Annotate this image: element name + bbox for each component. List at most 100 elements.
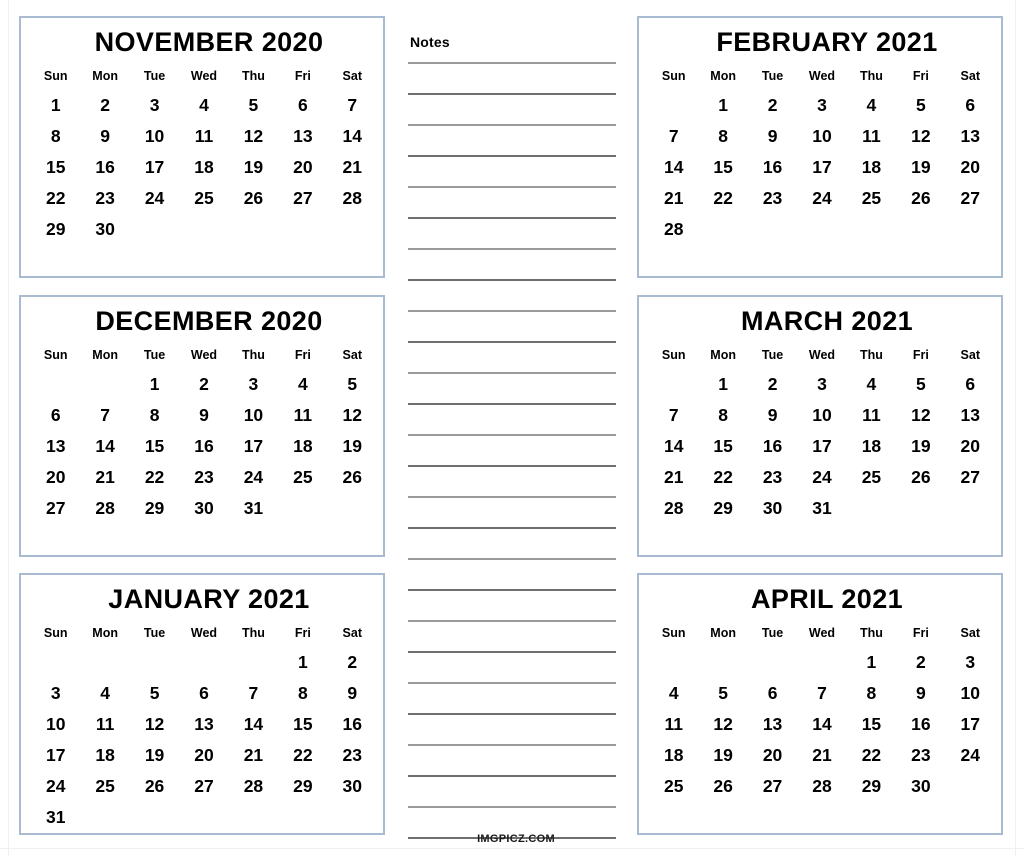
- day-cell[interactable]: 13: [946, 121, 995, 152]
- day-cell[interactable]: 23: [748, 183, 797, 214]
- day-cell[interactable]: 5: [130, 678, 179, 709]
- day-cell[interactable]: 17: [797, 431, 846, 462]
- day-cell[interactable]: 3: [797, 90, 846, 121]
- day-cell[interactable]: 15: [698, 152, 747, 183]
- day-cell[interactable]: 20: [946, 431, 995, 462]
- day-cell[interactable]: 10: [797, 400, 846, 431]
- day-cell[interactable]: 2: [328, 647, 377, 678]
- day-cell[interactable]: 14: [229, 709, 278, 740]
- day-cell[interactable]: 7: [797, 678, 846, 709]
- day-cell[interactable]: 10: [31, 709, 80, 740]
- day-cell[interactable]: 26: [328, 462, 377, 493]
- day-cell[interactable]: 25: [847, 183, 896, 214]
- day-cell[interactable]: 4: [179, 90, 228, 121]
- day-cell[interactable]: 21: [328, 152, 377, 183]
- day-cell[interactable]: 24: [130, 183, 179, 214]
- day-cell[interactable]: 17: [946, 709, 995, 740]
- day-cell[interactable]: 7: [649, 400, 698, 431]
- note-line[interactable]: [408, 744, 616, 746]
- day-cell[interactable]: 1: [278, 647, 327, 678]
- day-cell[interactable]: 20: [31, 462, 80, 493]
- day-cell[interactable]: 20: [748, 740, 797, 771]
- note-line[interactable]: [408, 217, 616, 219]
- day-cell[interactable]: 18: [278, 431, 327, 462]
- day-cell[interactable]: 5: [229, 90, 278, 121]
- day-cell[interactable]: 3: [797, 369, 846, 400]
- day-cell[interactable]: 31: [229, 493, 278, 524]
- note-line[interactable]: [408, 775, 616, 777]
- day-cell[interactable]: 24: [229, 462, 278, 493]
- day-cell[interactable]: 17: [797, 152, 846, 183]
- day-cell[interactable]: 24: [797, 183, 846, 214]
- day-cell[interactable]: 28: [80, 493, 129, 524]
- day-cell[interactable]: 22: [278, 740, 327, 771]
- day-cell[interactable]: 1: [31, 90, 80, 121]
- day-cell[interactable]: 2: [80, 90, 129, 121]
- day-cell[interactable]: 18: [649, 740, 698, 771]
- day-cell[interactable]: 6: [946, 369, 995, 400]
- day-cell[interactable]: 27: [179, 771, 228, 802]
- day-cell[interactable]: 4: [847, 369, 896, 400]
- day-cell[interactable]: 4: [80, 678, 129, 709]
- note-line[interactable]: [408, 341, 616, 343]
- day-cell[interactable]: 8: [698, 121, 747, 152]
- note-line[interactable]: [408, 186, 616, 188]
- day-cell[interactable]: 9: [328, 678, 377, 709]
- day-cell[interactable]: 16: [80, 152, 129, 183]
- note-line[interactable]: [408, 465, 616, 467]
- day-cell[interactable]: 15: [31, 152, 80, 183]
- note-line[interactable]: [408, 155, 616, 157]
- day-cell[interactable]: 19: [896, 431, 945, 462]
- day-cell[interactable]: 10: [797, 121, 846, 152]
- day-cell[interactable]: 17: [31, 740, 80, 771]
- day-cell[interactable]: 31: [797, 493, 846, 524]
- day-cell[interactable]: 30: [80, 214, 129, 245]
- day-cell[interactable]: 1: [130, 369, 179, 400]
- day-cell[interactable]: 28: [797, 771, 846, 802]
- day-cell[interactable]: 29: [698, 493, 747, 524]
- day-cell[interactable]: 20: [278, 152, 327, 183]
- day-cell[interactable]: 12: [130, 709, 179, 740]
- day-cell[interactable]: 7: [649, 121, 698, 152]
- day-cell[interactable]: 5: [328, 369, 377, 400]
- notes-writing-lines[interactable]: [408, 62, 616, 868]
- day-cell[interactable]: 22: [698, 462, 747, 493]
- day-cell[interactable]: 12: [698, 709, 747, 740]
- day-cell[interactable]: 9: [748, 121, 797, 152]
- note-line[interactable]: [408, 496, 616, 498]
- day-cell[interactable]: 10: [130, 121, 179, 152]
- day-cell[interactable]: 18: [80, 740, 129, 771]
- day-cell[interactable]: 27: [278, 183, 327, 214]
- day-cell[interactable]: 29: [130, 493, 179, 524]
- day-cell[interactable]: 3: [229, 369, 278, 400]
- day-cell[interactable]: 23: [896, 740, 945, 771]
- note-line[interactable]: [408, 124, 616, 126]
- note-line[interactable]: [408, 651, 616, 653]
- day-cell[interactable]: 18: [847, 431, 896, 462]
- day-cell[interactable]: 16: [896, 709, 945, 740]
- day-cell[interactable]: 13: [179, 709, 228, 740]
- day-cell[interactable]: 24: [946, 740, 995, 771]
- day-cell[interactable]: 4: [847, 90, 896, 121]
- note-line[interactable]: [408, 589, 616, 591]
- day-cell[interactable]: 14: [80, 431, 129, 462]
- day-cell[interactable]: 25: [847, 462, 896, 493]
- day-cell[interactable]: 24: [797, 462, 846, 493]
- day-cell[interactable]: 13: [946, 400, 995, 431]
- day-cell[interactable]: 11: [847, 400, 896, 431]
- day-cell[interactable]: 21: [229, 740, 278, 771]
- day-cell[interactable]: 22: [130, 462, 179, 493]
- day-cell[interactable]: 16: [328, 709, 377, 740]
- day-cell[interactable]: 19: [130, 740, 179, 771]
- day-cell[interactable]: 6: [278, 90, 327, 121]
- day-cell[interactable]: 19: [896, 152, 945, 183]
- day-cell[interactable]: 1: [698, 369, 747, 400]
- day-cell[interactable]: 26: [896, 462, 945, 493]
- day-cell[interactable]: 23: [80, 183, 129, 214]
- month-panel-april-2021[interactable]: APRIL 2021 Sun Mon Tue Wed Thu Fri Sat 1 2 3 4 5 6 7 8 9…: [637, 573, 1003, 835]
- day-cell[interactable]: 13: [748, 709, 797, 740]
- day-cell[interactable]: 18: [847, 152, 896, 183]
- day-cell[interactable]: 15: [847, 709, 896, 740]
- day-cell[interactable]: 30: [328, 771, 377, 802]
- day-cell[interactable]: 28: [649, 214, 698, 245]
